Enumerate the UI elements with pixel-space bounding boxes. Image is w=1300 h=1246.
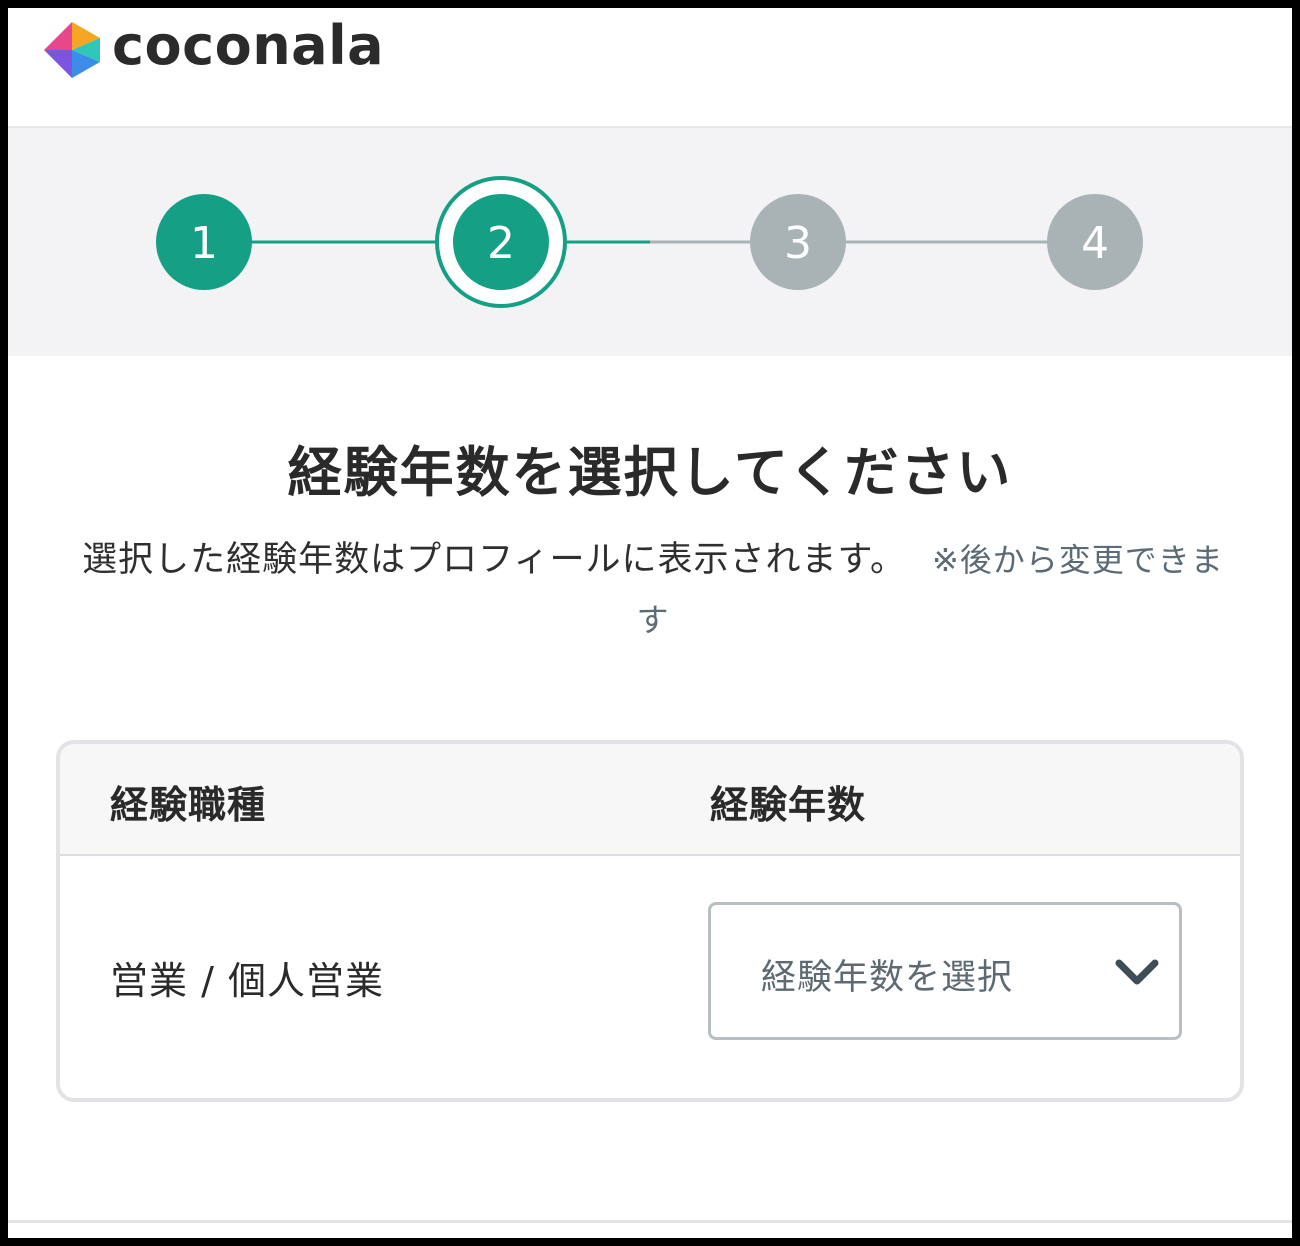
page-frame: coconala 1 2 3 4 経験年数を選択してください 選択した経験年数は…	[8, 8, 1292, 1238]
years-select[interactable]: 経験年数を選択	[708, 902, 1182, 1040]
page-description: 選択した経験年数はプロフィールに表示されます。 ※後から変更できます	[68, 530, 1238, 650]
footer-divider	[8, 1220, 1292, 1223]
page-title: 経験年数を選択してください	[287, 441, 1013, 504]
step-1: 1	[156, 194, 252, 290]
svg-text:1: 1	[190, 218, 218, 269]
step-4: 4	[1047, 194, 1143, 290]
years-select-placeholder: 経験年数を選択	[761, 958, 1014, 998]
svg-text:4: 4	[1081, 218, 1109, 269]
column-header-job: 経験職種	[110, 783, 267, 827]
step-2-current: 2	[435, 176, 567, 308]
brand-name[interactable]: coconala	[112, 14, 384, 77]
table-header: 経験職種 経験年数	[60, 744, 1240, 856]
description-text: 選択した経験年数はプロフィールに表示されます。	[82, 540, 906, 580]
header: coconala	[8, 8, 1292, 128]
step-3: 3	[750, 194, 846, 290]
experience-table: 経験職種 経験年数 営業 / 個人営業 経験年数を選択	[56, 740, 1244, 1102]
svg-text:2: 2	[487, 218, 515, 269]
chevron-down-icon	[1115, 959, 1159, 985]
coconala-logo-icon[interactable]	[42, 20, 102, 80]
svg-text:3: 3	[784, 218, 812, 269]
step-progress: 1 2 3 4	[8, 128, 1292, 356]
column-header-years: 経験年数	[710, 783, 867, 827]
stepper-graphic: 1 2 3 4	[156, 176, 1143, 308]
job-category-label: 営業 / 個人営業	[110, 959, 384, 1003]
